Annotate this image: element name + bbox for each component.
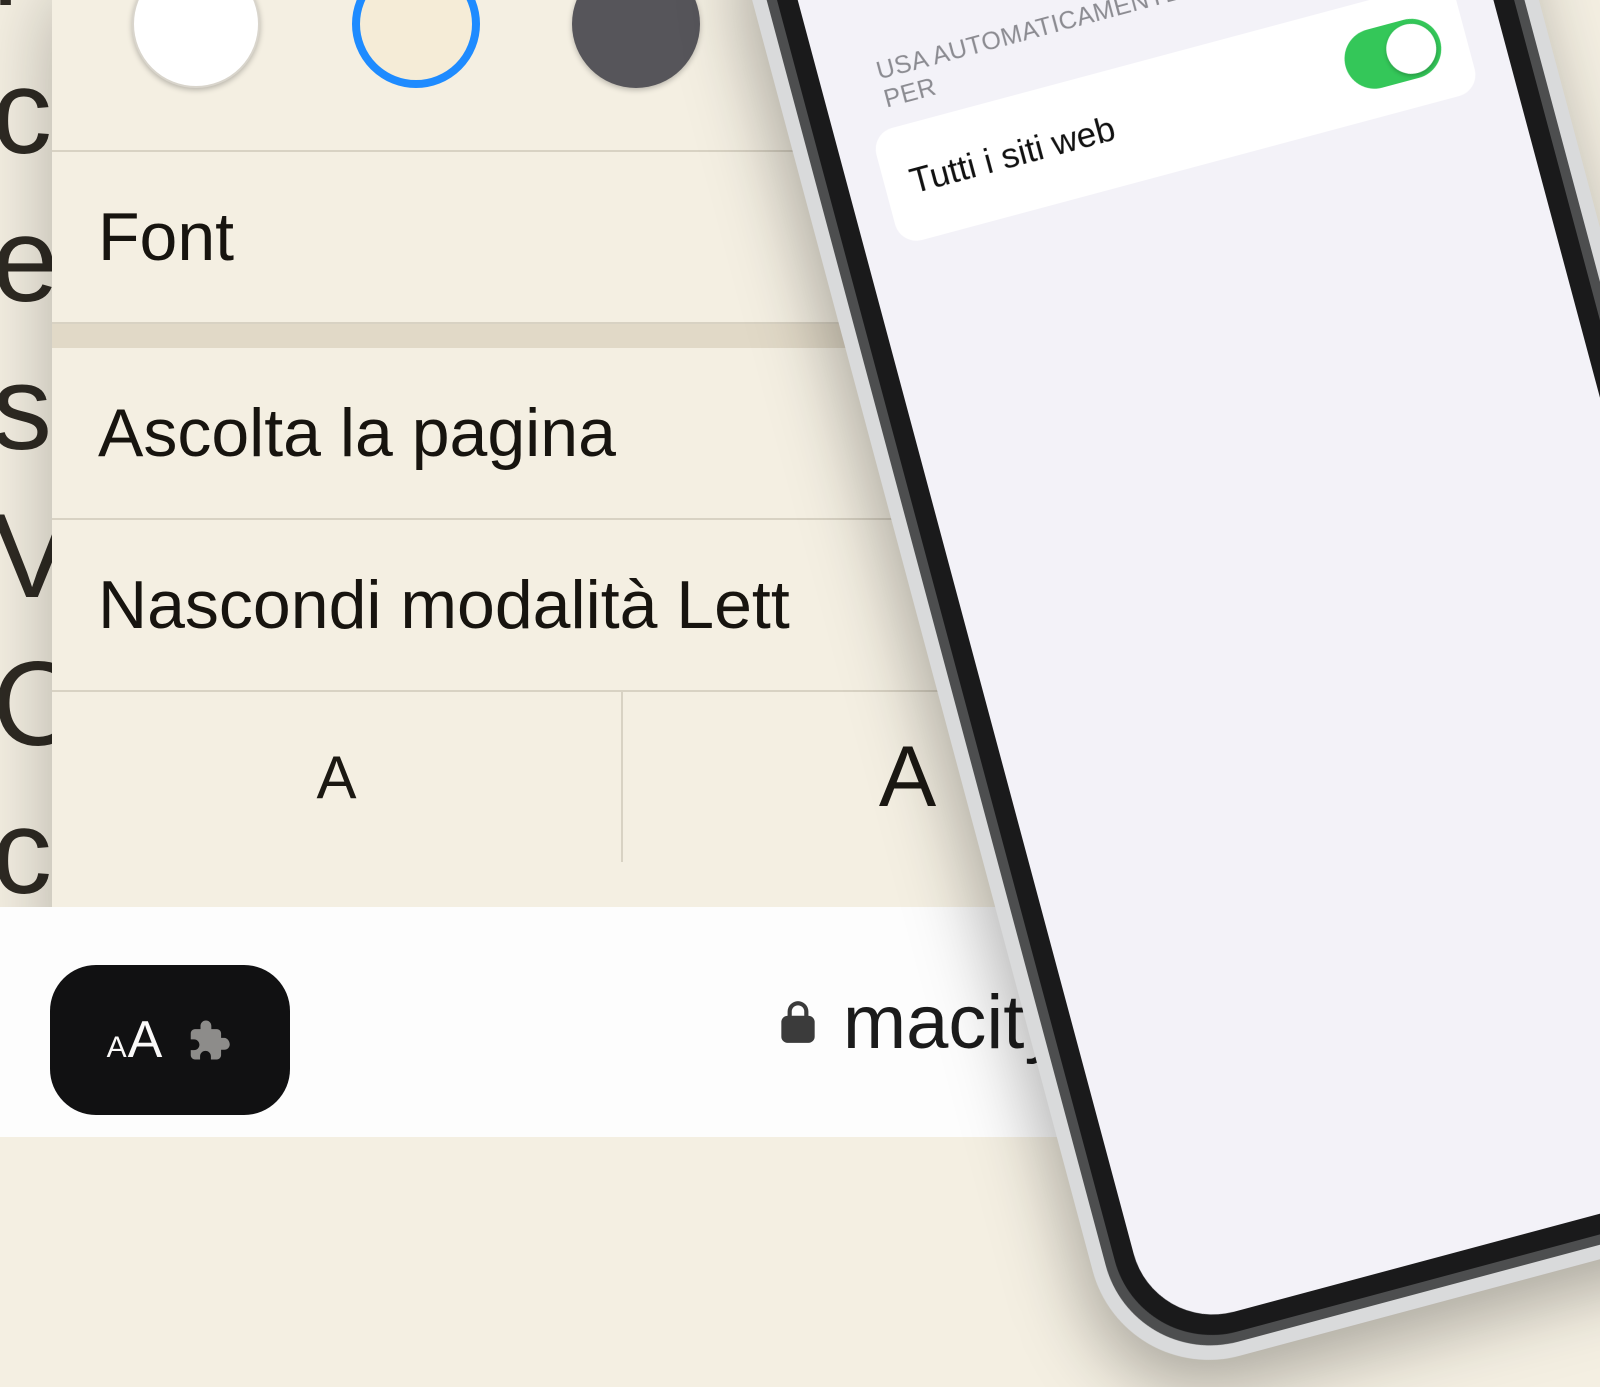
hide-reader-label: Nascondi modalità Lett [98,566,790,644]
theme-option-white[interactable] [132,0,260,88]
theme-option-sepia[interactable] [352,0,480,88]
text-size-small-glyph: A [316,743,356,812]
extensions-icon [181,1014,233,1066]
settings-screen: USA AUTOMATICAMENTE LA VISTA LETTURA PER… [852,0,1480,246]
text-size-icon: AA [107,1010,164,1070]
text-size-decrease-button[interactable]: A [52,692,621,862]
font-label: Font [98,198,234,276]
lock-icon [773,994,823,1050]
text-size-large-glyph: A [879,728,936,827]
theme-option-gray[interactable] [572,0,700,88]
listen-page-label: Ascolta la pagina [98,394,616,472]
auto-reader-toggle[interactable] [1338,12,1448,95]
all-websites-label: Tutti i siti web [906,109,1120,202]
page-settings-pill[interactable]: AA [50,965,290,1115]
